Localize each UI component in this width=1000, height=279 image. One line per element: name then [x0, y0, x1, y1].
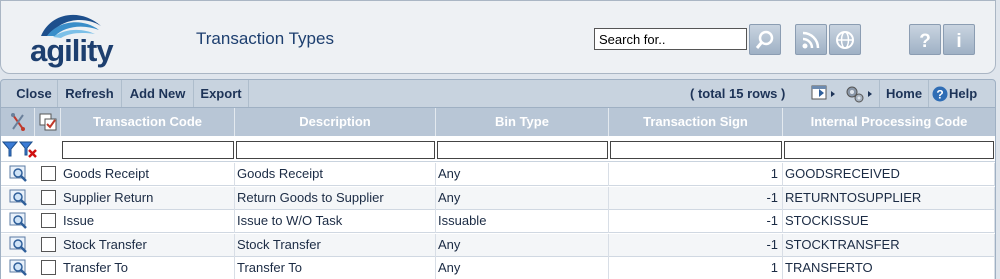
globe-icon: [836, 30, 854, 49]
row-checkbox[interactable]: [41, 260, 56, 275]
column-header-description[interactable]: Description: [235, 108, 436, 136]
column-header-bin-type[interactable]: Bin Type: [436, 108, 609, 136]
help-icon: ?: [919, 31, 931, 51]
column-header-transaction-sign[interactable]: Transaction Sign: [609, 108, 783, 136]
cell-bin-type: Any: [436, 163, 609, 186]
svg-text:?: ?: [936, 87, 943, 101]
cell-internal-processing-code: STOCKISSUE: [783, 210, 995, 233]
cell-bin-type: Any: [436, 233, 609, 257]
search-button[interactable]: [749, 24, 781, 55]
cell-bin-type: Any: [436, 186, 609, 210]
cell-transaction-code: Transfer To: [61, 257, 235, 279]
table-row[interactable]: Transfer To Transfer To Any 1 TRANSFERTO: [1, 257, 995, 279]
cell-transaction-sign: -1: [609, 186, 783, 210]
magnifier-view-icon: [9, 259, 27, 276]
filter-transaction-sign[interactable]: [610, 141, 782, 159]
grid-header-row: Transaction Code Description Bin Type Tr…: [1, 108, 995, 136]
help-button[interactable]: ?: [909, 24, 941, 55]
window-export-icon: [811, 85, 835, 99]
view-record-button[interactable]: [9, 259, 29, 279]
cell-internal-processing-code: STOCKTRANSFER: [783, 233, 995, 257]
cell-description: Issue to W/O Task: [235, 210, 436, 233]
info-icon: i: [956, 31, 961, 51]
svg-text:?: ?: [919, 31, 931, 51]
filter-internal-processing-code[interactable]: [784, 141, 994, 159]
cell-internal-processing-code: RETURNTOSUPPLIER: [783, 186, 995, 210]
cell-transaction-sign: -1: [609, 233, 783, 257]
rss-button[interactable]: [795, 24, 827, 55]
column-header-internal-processing-code[interactable]: Internal Processing Code: [783, 108, 995, 136]
close-button[interactable]: Close: [11, 80, 58, 107]
row-checkbox[interactable]: [41, 213, 56, 228]
select-all-toggle[interactable]: [35, 108, 61, 136]
table-row[interactable]: Supplier Return Return Goods to Supplier A…: [1, 186, 995, 212]
refresh-button[interactable]: Refresh: [58, 80, 122, 107]
top-header: agility Transaction Types Search for.. ?…: [0, 0, 996, 74]
cell-description: Return Goods to Supplier: [235, 186, 436, 210]
clear-filter-button[interactable]: [18, 140, 37, 163]
view-record-button[interactable]: [9, 189, 29, 212]
help-link[interactable]: ? Help: [932, 83, 977, 104]
cell-transaction-code: Stock Transfer: [61, 233, 235, 257]
filter-row: [1, 136, 995, 162]
cell-description: Transfer To: [235, 257, 436, 279]
cell-transaction-sign: 1: [609, 163, 783, 186]
rss-icon: [802, 31, 820, 48]
view-record-button[interactable]: [9, 236, 29, 259]
cell-internal-processing-code: TRANSFERTO: [783, 257, 995, 279]
export-button[interactable]: Export: [194, 80, 249, 107]
filter-off-icon: [10, 113, 25, 131]
magnifier-view-icon: [9, 165, 27, 182]
magnifier-view-icon: [9, 189, 27, 206]
filter-icon: [1, 141, 19, 157]
filter-description[interactable]: [236, 141, 435, 159]
home-button[interactable]: Home: [879, 80, 929, 107]
cell-transaction-sign: 1: [609, 257, 783, 279]
view-record-button[interactable]: [9, 165, 29, 188]
search-icon: [755, 30, 774, 49]
transaction-types-grid: Transaction Code Description Bin Type Tr…: [0, 108, 996, 279]
filter-transaction-code[interactable]: [62, 141, 234, 159]
view-record-button[interactable]: [9, 212, 29, 235]
toolbar: Close Refresh Add New Export ( total 15 …: [0, 79, 996, 108]
settings-menu-button[interactable]: [844, 83, 876, 104]
agility-logo: agility: [27, 6, 127, 68]
cell-description: Stock Transfer: [235, 233, 436, 257]
search-input[interactable]: [594, 28, 747, 50]
row-checkbox[interactable]: [41, 236, 56, 252]
gears-icon: [846, 86, 872, 102]
cell-internal-processing-code: GOODSRECEIVED: [783, 163, 995, 186]
help-circle-icon: ?: [932, 86, 948, 101]
multi-select-icon: [39, 113, 56, 131]
cell-description: Goods Receipt: [235, 163, 436, 186]
svg-text:i: i: [956, 31, 961, 51]
logo-text: agility: [30, 33, 114, 68]
cell-transaction-code: Goods Receipt: [61, 163, 235, 186]
help-label: Help: [949, 86, 978, 101]
magnifier-view-icon: [9, 236, 27, 253]
page-title: Transaction Types: [196, 29, 334, 48]
magnifier-view-icon: [9, 212, 27, 229]
filter-clear-icon: [18, 141, 37, 158]
table-row[interactable]: Stock Transfer Stock Transfer Any -1 STOCKTR…: [1, 233, 995, 259]
row-checkbox[interactable]: [41, 166, 56, 181]
info-button[interactable]: i: [943, 24, 975, 55]
row-checkbox[interactable]: [41, 189, 56, 205]
cell-bin-type: Issuable: [436, 210, 609, 233]
apply-filter-button[interactable]: [1, 140, 19, 163]
cell-bin-type: Any: [436, 257, 609, 279]
hide-filter-toggle[interactable]: [1, 108, 35, 136]
column-header-transaction-code[interactable]: Transaction Code: [61, 108, 235, 136]
app-window: agility Transaction Types Search for.. ?…: [0, 0, 1000, 279]
export-menu-button[interactable]: [811, 83, 841, 104]
rows-count: ( total 15 rows ): [690, 86, 786, 101]
table-row[interactable]: Issue Issue to W/O Task Issuable -1 STOCKISS…: [1, 210, 995, 233]
add-new-button[interactable]: Add New: [122, 80, 194, 107]
cell-transaction-code: Issue: [61, 210, 235, 233]
table-row[interactable]: Goods Receipt Goods Receipt Any 1 GOODSRECEI…: [1, 163, 995, 186]
cell-transaction-sign: -1: [609, 210, 783, 233]
cell-transaction-code: Supplier Return: [61, 186, 235, 210]
globe-button[interactable]: [829, 24, 861, 55]
filter-bin-type[interactable]: [437, 141, 608, 159]
